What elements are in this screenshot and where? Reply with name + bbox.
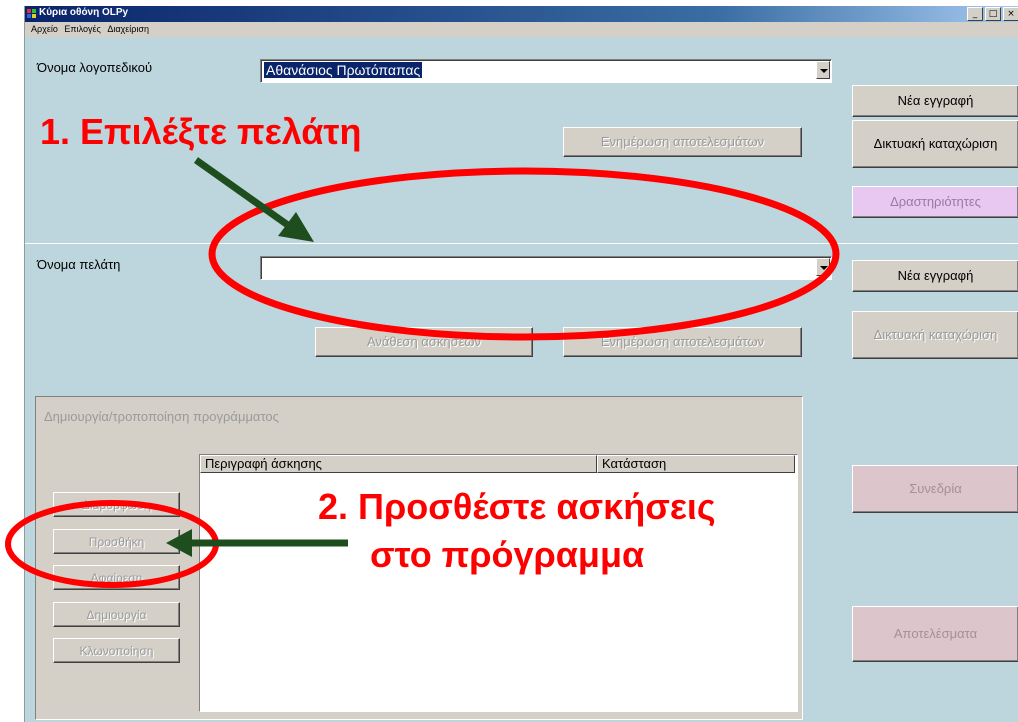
column-header-status[interactable]: Κατάσταση [597, 455, 795, 473]
menu-admin[interactable]: Διαχείριση [107, 22, 149, 37]
chevron-down-icon[interactable] [816, 61, 830, 79]
client-update-results-button[interactable]: Ενημέρωση αποτελεσμάτων [563, 327, 802, 357]
column-header-description[interactable]: Περιγραφή άσκησης [200, 455, 597, 473]
new-therapist-button[interactable]: Νέα εγγραφή [852, 85, 1018, 117]
maximize-button[interactable]: □ [985, 7, 1001, 21]
modify-button[interactable]: Διαμόρφωση [53, 492, 180, 517]
program-group-title: Δημιουργία/τροποποίηση προγράμματος [44, 409, 279, 424]
client-combobox[interactable] [260, 256, 832, 280]
window-title: Κύρια οθόνη OLPy [39, 7, 129, 18]
section-divider [25, 243, 1018, 244]
title-bar[interactable]: Κύρια οθόνη OLPy _ □ × [25, 6, 1018, 22]
therapist-value: Αθανάσιος Πρωτόπαπας [264, 62, 423, 78]
exercise-list-header: Περιγραφή άσκησης Κατάσταση [200, 455, 795, 473]
step2-annotation-line2: στο πρόγραμμα [370, 534, 645, 575]
session-button[interactable]: Συνεδρία [852, 465, 1018, 513]
results-button[interactable]: Αποτελέσματα [852, 606, 1018, 662]
remove-button[interactable]: Αφαίρεση [53, 565, 180, 590]
close-button[interactable]: × [1003, 7, 1018, 21]
therapist-label: Όνομα λογοπεδικού [37, 60, 153, 75]
client-label: Όνομα πελάτη [37, 257, 121, 272]
activities-button[interactable]: Δραστηριότητες [852, 186, 1018, 218]
therapist-online-registration-button[interactable]: Δικτυακή καταχώριση [852, 120, 1018, 168]
menu-file[interactable]: Αρχείο [31, 22, 58, 37]
therapist-update-results-button[interactable]: Ενημέρωση αποτελεσμάτων [563, 127, 802, 157]
clone-button[interactable]: Κλωνοποίηση [53, 638, 180, 663]
chevron-down-icon[interactable] [816, 258, 830, 276]
app-icon [27, 9, 37, 19]
step2-annotation-line1: 2. Προσθέστε ασκήσεις [318, 486, 716, 527]
therapist-combobox[interactable]: Αθανάσιος Πρωτόπαπας [260, 59, 832, 83]
assign-exercises-button[interactable]: Ανάθεση ασκήσεων [315, 327, 533, 357]
menu-bar: Αρχείο Επιλογές Διαχείριση [25, 22, 1018, 37]
client-online-registration-button[interactable]: Δικτυακή καταχώριση [852, 311, 1018, 359]
add-button[interactable]: Προσθήκη [53, 529, 180, 554]
minimize-button[interactable]: _ [967, 7, 983, 21]
new-client-button[interactable]: Νέα εγγραφή [852, 260, 1018, 292]
menu-options[interactable]: Επιλογές [64, 22, 100, 37]
step1-annotation: 1. Επιλέξτε πελάτη [40, 111, 362, 152]
create-button[interactable]: Δημιουργία [53, 602, 180, 627]
